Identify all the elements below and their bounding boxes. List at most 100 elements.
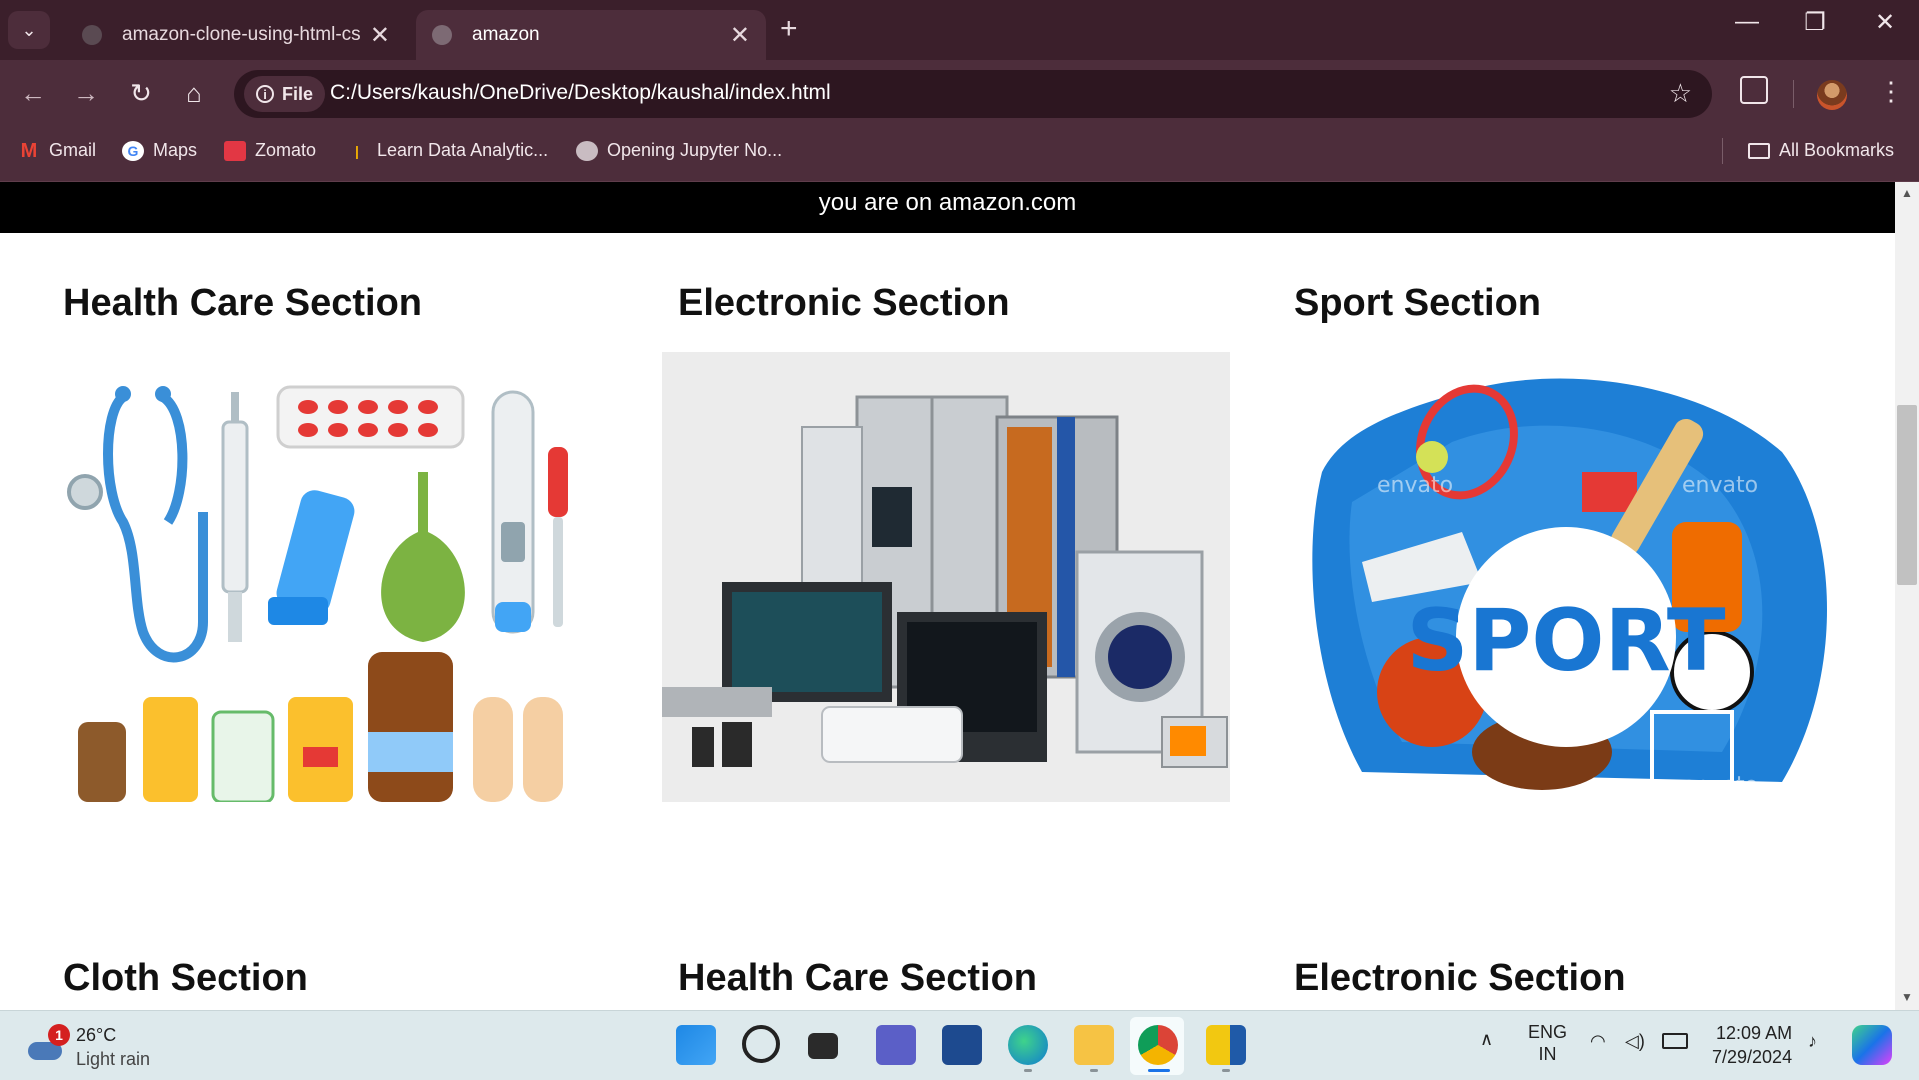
bookmarks-divider xyxy=(1722,138,1723,164)
electronic-section-2: Electronic Section xyxy=(1294,957,1874,1000)
bookmark-maps[interactable]: G Maps xyxy=(122,140,197,161)
home-icon[interactable]: ⌂ xyxy=(177,78,211,109)
tab-amazon[interactable]: amazon ✕ xyxy=(416,10,766,60)
section-title: Sport Section xyxy=(1294,282,1542,324)
bookmark-gmail[interactable]: M Gmail xyxy=(18,140,96,161)
chevron-up-icon[interactable]: ∧ xyxy=(1480,1029,1493,1050)
globe-icon xyxy=(432,25,452,45)
bookmark-site-icon: | xyxy=(355,142,359,159)
address-bar[interactable]: i File C:/Users/kaush/OneDrive/Desktop/k… xyxy=(234,70,1712,118)
battery-icon[interactable] xyxy=(1662,1033,1688,1049)
chevron-down-icon: ⌄ xyxy=(21,19,37,40)
section-title: Electronic Section xyxy=(678,282,1010,324)
forward-arrow-icon[interactable]: → xyxy=(69,78,103,109)
bookmarks-bar: M Gmail G Maps Zomato | Learn Data Analy… xyxy=(0,128,1919,182)
toolbar-divider xyxy=(1793,80,1794,108)
tab-title: amazon-clone-using-html-css/s xyxy=(122,24,360,45)
profile-avatar[interactable] xyxy=(1817,80,1847,110)
weather-widget[interactable]: 1 26°C Light rain xyxy=(26,1023,150,1071)
clock-date: 7/29/2024 xyxy=(1712,1047,1793,1067)
more-menu-icon[interactable]: ⋮ xyxy=(1878,76,1904,107)
info-icon: i xyxy=(256,85,274,103)
active-indicator xyxy=(1148,1069,1170,1072)
health-care-image[interactable] xyxy=(63,352,631,802)
restore-button[interactable]: ❐ xyxy=(1790,8,1840,37)
home-appliances-photo xyxy=(662,352,1230,802)
electronic-section: Electronic Section xyxy=(678,282,1258,325)
site-info-label: File xyxy=(282,83,314,104)
bookmark-label: Zomato xyxy=(255,140,317,160)
watermark: envato xyxy=(1682,473,1758,498)
wifi-icon[interactable]: ◠ xyxy=(1590,1031,1606,1052)
notification-bell-icon[interactable]: ♪ xyxy=(1808,1031,1817,1052)
extensions-icon[interactable] xyxy=(1740,76,1768,104)
browser-toolbar: ← → ↻ ⌂ i File C:/Users/kaush/OneDrive/D… xyxy=(0,60,1919,128)
section-title: Electronic Section xyxy=(1294,957,1626,999)
teams-icon[interactable] xyxy=(876,1025,916,1065)
medical-supplies-illustration xyxy=(63,352,631,802)
volume-icon[interactable]: ◁) xyxy=(1625,1031,1645,1052)
watermark: envato xyxy=(1682,773,1758,798)
tab-strip: ⌄ amazon-clone-using-html-css/s ✕ amazon… xyxy=(0,0,1919,60)
back-arrow-icon[interactable]: ← xyxy=(16,78,50,109)
top-banner: you are on amazon.com xyxy=(0,182,1895,233)
bookmark-zomato[interactable]: Zomato xyxy=(224,140,316,161)
cloth-section: Cloth Section xyxy=(63,957,643,1000)
github-icon xyxy=(82,25,102,45)
bookmark-jupyter[interactable]: Opening Jupyter No... xyxy=(576,140,782,161)
windows-start-icon[interactable] xyxy=(676,1025,716,1065)
page-viewport: you are on amazon.com Health Care Sectio… xyxy=(0,182,1895,1010)
minimize-button[interactable]: — xyxy=(1722,8,1772,36)
file-explorer-icon[interactable] xyxy=(1074,1025,1114,1065)
system-clock[interactable]: 12:09 AM 7/29/2024 xyxy=(1712,1021,1792,1069)
language-indicator[interactable]: ENG IN xyxy=(1528,1021,1567,1065)
section-title: Cloth Section xyxy=(63,957,308,999)
weather-temperature: 26°C xyxy=(76,1025,117,1045)
health-care-section-2: Health Care Section xyxy=(678,957,1258,1000)
scroll-up-arrow-icon[interactable]: ▲ xyxy=(1901,186,1913,200)
rain-cloud-icon: 1 xyxy=(26,1024,70,1062)
power-bi-icon[interactable] xyxy=(1206,1025,1246,1065)
task-view-icon[interactable] xyxy=(808,1033,838,1059)
scroll-down-arrow-icon[interactable]: ▼ xyxy=(1901,990,1913,1004)
bookmark-label: Maps xyxy=(153,140,198,160)
language-line1: ENG xyxy=(1528,1022,1568,1042)
tab-title: amazon xyxy=(472,24,540,45)
running-indicator xyxy=(1090,1069,1098,1072)
reload-icon[interactable]: ↻ xyxy=(124,78,158,109)
language-line2: IN xyxy=(1538,1044,1557,1064)
tab-amazon-clone-repo[interactable]: amazon-clone-using-html-css/s ✕ xyxy=(66,10,406,60)
microsoft-store-icon[interactable] xyxy=(942,1025,982,1065)
close-icon[interactable]: ✕ xyxy=(730,21,750,50)
weather-condition: Light rain xyxy=(76,1049,151,1069)
chrome-icon[interactable] xyxy=(1138,1025,1178,1065)
sport-logo-text: SPORT xyxy=(1406,591,1725,691)
all-bookmarks-button[interactable]: All Bookmarks xyxy=(1748,140,1894,161)
site-info-chip[interactable]: i File xyxy=(244,76,326,112)
search-icon[interactable] xyxy=(742,1025,780,1063)
bookmark-label: Opening Jupyter No... xyxy=(607,140,783,160)
copilot-icon[interactable] xyxy=(1852,1025,1892,1065)
close-icon[interactable]: ✕ xyxy=(370,21,390,50)
window-close-button[interactable]: ✕ xyxy=(1860,8,1910,37)
url-text[interactable]: C:/Users/kaush/OneDrive/Desktop/kaushal/… xyxy=(330,81,831,105)
windows-taskbar: 1 26°C Light rain ∧ ENG IN ◠ ◁) 12:09 AM… xyxy=(0,1010,1919,1080)
globe-icon xyxy=(576,140,598,161)
bookmark-star-icon[interactable]: ☆ xyxy=(1669,78,1692,109)
tab-search-button[interactable]: ⌄ xyxy=(8,11,50,49)
watermark: envato xyxy=(1377,773,1453,798)
bookmark-label: Learn Data Analytic... xyxy=(377,140,549,160)
page-scrollbar[interactable] xyxy=(1895,182,1919,1010)
new-tab-button[interactable]: + xyxy=(780,12,798,46)
health-care-section: Health Care Section xyxy=(63,282,643,325)
folder-icon xyxy=(1748,142,1770,159)
scrollbar-thumb[interactable] xyxy=(1897,405,1917,585)
all-bookmarks-label: All Bookmarks xyxy=(1779,140,1895,160)
section-title: Health Care Section xyxy=(678,957,1037,999)
google-maps-icon: G xyxy=(122,140,144,161)
bookmark-learn-data-analytics[interactable]: | Learn Data Analytic... xyxy=(346,140,548,161)
gmail-icon: M xyxy=(20,139,38,162)
edge-icon[interactable] xyxy=(1008,1025,1048,1065)
electronic-image[interactable] xyxy=(662,352,1230,802)
sport-image[interactable]: SPORT envato envato envato envato xyxy=(1282,352,1850,802)
